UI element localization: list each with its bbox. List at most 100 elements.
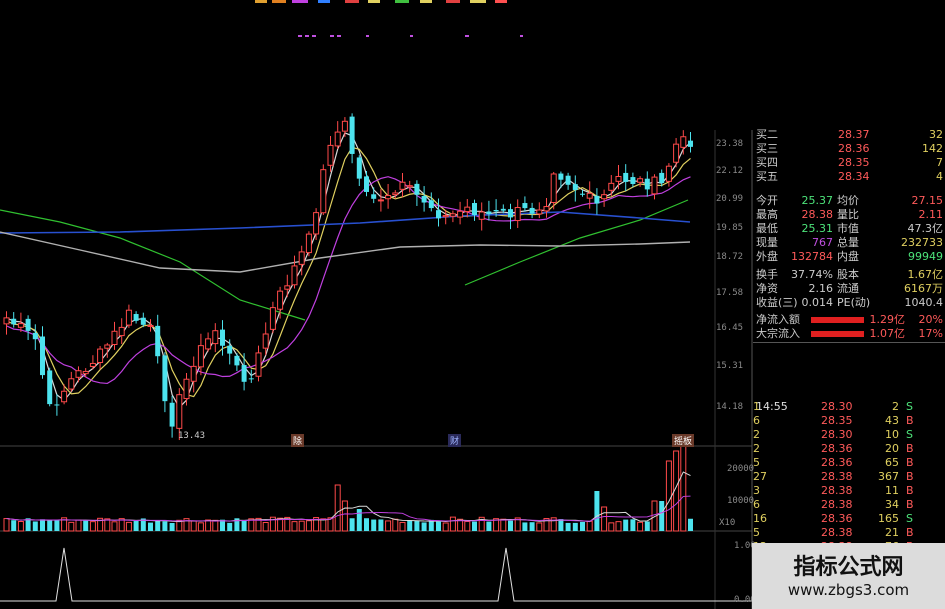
volume-bar — [3, 518, 10, 532]
volume-bar — [529, 522, 535, 531]
volume-bar — [371, 519, 377, 531]
candle-body — [478, 211, 485, 220]
candle-body — [406, 185, 413, 188]
volume-bar — [104, 518, 111, 532]
volume-bar — [190, 520, 197, 532]
candle-body — [543, 206, 550, 212]
stat-label: PE(动) — [837, 296, 871, 309]
tick-side: B — [906, 484, 914, 497]
tick-side: B — [906, 526, 914, 539]
candle-body — [241, 365, 247, 382]
tick-volume: 20 — [885, 442, 899, 455]
candle-body — [586, 192, 593, 199]
order-book-row: 买三 28.36 142 — [753, 142, 945, 156]
price-tick: 16.45 — [716, 323, 744, 333]
stat-value: 99949 — [908, 250, 943, 263]
candle-body — [651, 176, 658, 195]
stat-label: 流通 — [837, 282, 859, 295]
candle-body — [118, 326, 125, 337]
candle-body — [140, 317, 146, 325]
candle-body — [457, 210, 464, 218]
stat-value: 1.67亿 — [907, 268, 944, 281]
candle-body — [284, 285, 291, 290]
tick-price: 28.30 — [821, 400, 853, 413]
volume-bars-group — [3, 445, 693, 532]
tick-volume: 11 — [885, 484, 899, 497]
flow-pct: 20% — [918, 313, 943, 326]
tick-row: 28.38 34 B 6 — [753, 498, 945, 512]
candle-body — [399, 181, 406, 190]
order-price: 28.34 — [838, 170, 870, 183]
candle-body — [54, 404, 60, 406]
volume-bar — [665, 460, 672, 532]
volume-bar — [205, 519, 212, 532]
tick-price: 28.36 — [821, 512, 853, 525]
candle-body — [558, 173, 564, 180]
candle-body — [486, 211, 492, 215]
volume-bar — [83, 520, 89, 531]
event-marker-dividend[interactable]: 除 — [291, 434, 305, 447]
volume-bar — [47, 520, 53, 531]
candle-body — [82, 370, 89, 375]
volume-bar — [586, 520, 593, 532]
candle-body — [111, 330, 118, 345]
tick-side: B — [906, 470, 914, 483]
volume-bar — [472, 521, 477, 531]
volume-bar — [169, 522, 175, 531]
stat-label: 净资 — [756, 282, 778, 295]
tick-side: B — [906, 414, 914, 427]
candle-body — [522, 203, 528, 209]
candle-body — [436, 210, 441, 219]
candle-body — [155, 325, 161, 357]
candle-body — [550, 173, 557, 203]
tick-side: S — [906, 400, 913, 413]
volume-bar — [608, 522, 615, 532]
tick-extra: 16 — [753, 512, 767, 525]
order-price: 28.37 — [838, 128, 870, 141]
stat-label: 总量 — [837, 236, 859, 249]
candle-body — [305, 233, 312, 254]
tick-row: 14:55 28.30 2 S 1 — [753, 400, 945, 414]
candle-body — [536, 209, 543, 215]
order-book-row: 买四 28.35 7 — [753, 156, 945, 170]
event-marker-finance[interactable]: 财 — [448, 434, 462, 447]
candle-body — [298, 251, 305, 265]
event-marker-limit[interactable]: 摇板 — [672, 434, 695, 447]
candle-body — [32, 332, 38, 340]
tick-price: 28.38 — [821, 526, 853, 539]
price-tick: 15.31 — [716, 361, 744, 371]
stat-value: 1040.4 — [904, 296, 944, 309]
volume-bar — [241, 520, 247, 531]
volume-bar — [349, 518, 355, 531]
watermark: 指标公式网 www.zbgs3.com — [752, 543, 945, 609]
stat-value: 25.31 — [801, 222, 834, 235]
candle-body — [197, 345, 204, 368]
quote-panel: 买二 28.37 32 买三 28.36 142 买四 28.35 7 买五 28.34 4 今开 25… — [753, 128, 945, 609]
candle-body — [133, 314, 139, 321]
tick-volume: 43 — [885, 414, 899, 427]
flow-label: 净流入额 — [756, 313, 800, 326]
stat-row: 收益(三) 0.014 PE(动) 1040.4 — [753, 296, 945, 310]
candle-body — [659, 172, 665, 184]
volume-bar — [54, 520, 60, 531]
volume-bar — [565, 522, 571, 531]
candle-body — [665, 165, 672, 182]
tick-row: 28.38 367 B 27 — [753, 470, 945, 484]
tick-price: 28.38 — [821, 470, 853, 483]
volume-bar — [644, 521, 650, 531]
stat-row: 外盘 132784 内盘 99949 — [753, 250, 945, 264]
tick-extra: 5 — [753, 456, 760, 469]
volume-bar — [572, 522, 578, 531]
flow-pct: 17% — [918, 327, 943, 340]
stat-label: 今开 — [756, 194, 778, 207]
candle-body — [449, 213, 456, 217]
volume-bar — [356, 509, 362, 531]
stat-label: 换手 — [756, 268, 778, 281]
volume-bar — [11, 520, 17, 531]
candle-body — [615, 176, 622, 182]
candle-body — [104, 344, 111, 349]
candle-body — [580, 193, 585, 195]
order-volume: 32 — [929, 128, 943, 141]
order-label: 买五 — [756, 170, 778, 183]
tick-price: 28.30 — [821, 428, 853, 441]
